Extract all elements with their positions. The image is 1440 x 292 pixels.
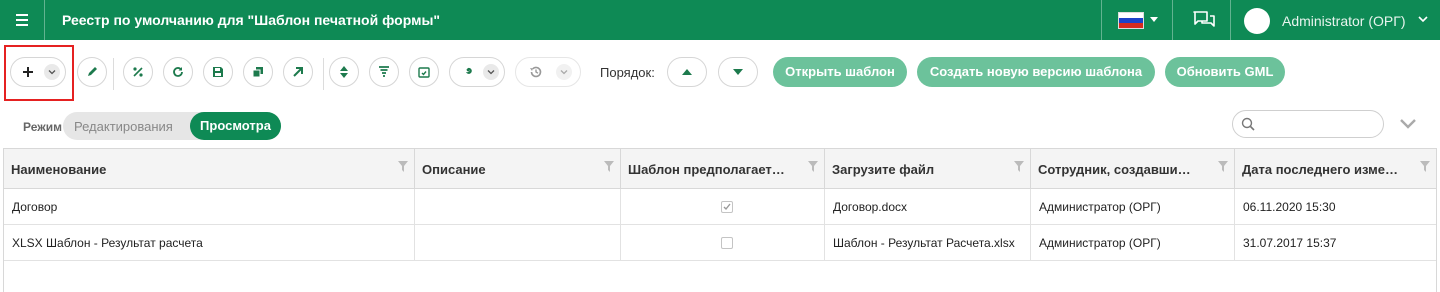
copy-button[interactable]: [243, 57, 273, 87]
language-caret-icon[interactable]: [1150, 17, 1158, 22]
cell-date: 31.07.2017 15:37: [1243, 236, 1337, 250]
cell-employee: Администратор (ОРГ): [1031, 189, 1235, 225]
cell-date: 06.11.2020 15:30: [1243, 200, 1336, 214]
table-row[interactable]: XLSX Шаблон - Результат расчета Шаблон -…: [4, 225, 1436, 261]
check-icon: [723, 203, 731, 211]
cell-template-flag: [621, 225, 825, 261]
header-divider: [44, 0, 45, 40]
wrench-icon: [461, 67, 472, 77]
chevron-down-icon: [487, 70, 495, 75]
order-down-button[interactable]: [718, 57, 758, 87]
column-title: Наименование: [11, 162, 107, 177]
column-title: Сотрудник, создавши…: [1038, 162, 1191, 177]
column-header-date[interactable]: Дата последнего изме…: [1235, 149, 1436, 189]
grid-header: Наименование Описание Шаблон предполагае…: [4, 149, 1436, 189]
chevron-down-icon: [560, 70, 568, 75]
cell-template-flag: [621, 189, 825, 225]
column-title: Загрузите файл: [832, 162, 935, 177]
sort-icon: [340, 66, 348, 78]
cell-name: Договор: [4, 189, 415, 225]
calendar-refresh-button[interactable]: [409, 57, 439, 87]
toolbar-divider: [113, 58, 114, 90]
add-menu-button[interactable]: [44, 64, 60, 80]
column-title: Дата последнего изме…: [1242, 162, 1398, 177]
header-divider: [1230, 0, 1231, 40]
column-title: Описание: [422, 162, 486, 177]
history-icon: [530, 66, 542, 78]
arrow-up-icon: [682, 69, 692, 75]
filter-icon[interactable]: [604, 161, 614, 173]
arrow-down-icon: [733, 69, 743, 75]
search-input[interactable]: [1232, 110, 1384, 138]
mode-view-option[interactable]: Просмотра: [190, 112, 281, 140]
settings-menu-button[interactable]: [483, 64, 499, 80]
calendar-refresh-icon: [418, 67, 430, 78]
filter-icon[interactable]: [808, 161, 818, 173]
update-gml-button[interactable]: Обновить GML: [1165, 57, 1285, 87]
column-title: Шаблон предполагает…: [628, 162, 785, 177]
filter-icon[interactable]: [398, 161, 408, 173]
refresh-button[interactable]: [163, 57, 193, 87]
filter-button[interactable]: [369, 57, 399, 87]
column-header-name[interactable]: Наименование: [4, 149, 415, 189]
settings-button[interactable]: [449, 57, 505, 87]
user-chevron-down-icon[interactable]: [1418, 14, 1428, 24]
cell-description: [415, 189, 621, 225]
app-header: Реестр по умолчанию для "Шаблон печатной…: [0, 0, 1440, 40]
save-button[interactable]: [203, 57, 233, 87]
mode-toggle[interactable]: Редактирования Просмотра: [63, 112, 281, 140]
pencil-icon: [88, 67, 97, 76]
percent-icon: [133, 67, 143, 77]
refresh-icon: [173, 67, 183, 77]
edit-button[interactable]: [77, 57, 107, 87]
mode-label: Режим: [23, 120, 62, 134]
sort-button[interactable]: [329, 57, 359, 87]
filter-icon[interactable]: [1218, 161, 1228, 173]
column-header-description[interactable]: Описание: [415, 149, 621, 189]
menu-icon[interactable]: [12, 11, 32, 29]
cell-description: [415, 225, 621, 261]
cell-file[interactable]: Шаблон - Результат Расчета.xlsx: [825, 225, 1031, 261]
history-button[interactable]: [515, 57, 581, 87]
order-up-button[interactable]: [667, 57, 707, 87]
open-template-button[interactable]: Открыть шаблон: [773, 57, 907, 87]
table-row[interactable]: Договор Договор.docx Администратор (ОРГ)…: [4, 189, 1436, 225]
template-checkbox[interactable]: [721, 201, 733, 213]
page-title: Реестр по умолчанию для "Шаблон печатной…: [62, 12, 441, 28]
filter-icon[interactable]: [1420, 161, 1430, 173]
search-icon: [1241, 117, 1255, 131]
filter-icon: [379, 66, 389, 77]
toolbar-divider: [323, 58, 324, 90]
history-menu-button[interactable]: [556, 64, 572, 80]
chevron-down-icon: [48, 70, 56, 75]
column-header-template[interactable]: Шаблон предполагает…: [621, 149, 825, 189]
header-divider: [1172, 0, 1173, 40]
cell-file[interactable]: Договор.docx: [825, 189, 1031, 225]
add-button[interactable]: [10, 57, 66, 87]
order-label: Порядок:: [600, 65, 655, 80]
user-name[interactable]: Administrator (ОРГ): [1282, 13, 1406, 29]
language-flag-icon[interactable]: [1118, 12, 1144, 29]
percent-button[interactable]: [123, 57, 153, 87]
arrow-up-right-icon: [293, 67, 303, 77]
save-icon: [213, 67, 223, 77]
cell-employee: Администратор (ОРГ): [1031, 225, 1235, 261]
column-header-employee[interactable]: Сотрудник, создавши…: [1031, 149, 1235, 189]
open-link-button[interactable]: [283, 57, 313, 87]
avatar[interactable]: [1244, 8, 1270, 34]
template-checkbox[interactable]: [721, 237, 733, 249]
collapse-chevron-down-icon[interactable]: [1398, 118, 1418, 130]
create-new-version-button[interactable]: Создать новую версию шаблона: [917, 57, 1155, 87]
copy-icon: [252, 67, 263, 78]
plus-icon: [23, 67, 33, 77]
chat-icon[interactable]: [1192, 10, 1216, 30]
header-divider: [1101, 0, 1102, 40]
data-grid: Наименование Описание Шаблон предполагае…: [3, 148, 1437, 292]
cell-name: XLSX Шаблон - Результат расчета: [4, 225, 415, 261]
column-header-file[interactable]: Загрузите файл: [825, 149, 1031, 189]
mode-edit-option[interactable]: Редактирования: [74, 119, 173, 134]
filter-icon[interactable]: [1014, 161, 1024, 173]
